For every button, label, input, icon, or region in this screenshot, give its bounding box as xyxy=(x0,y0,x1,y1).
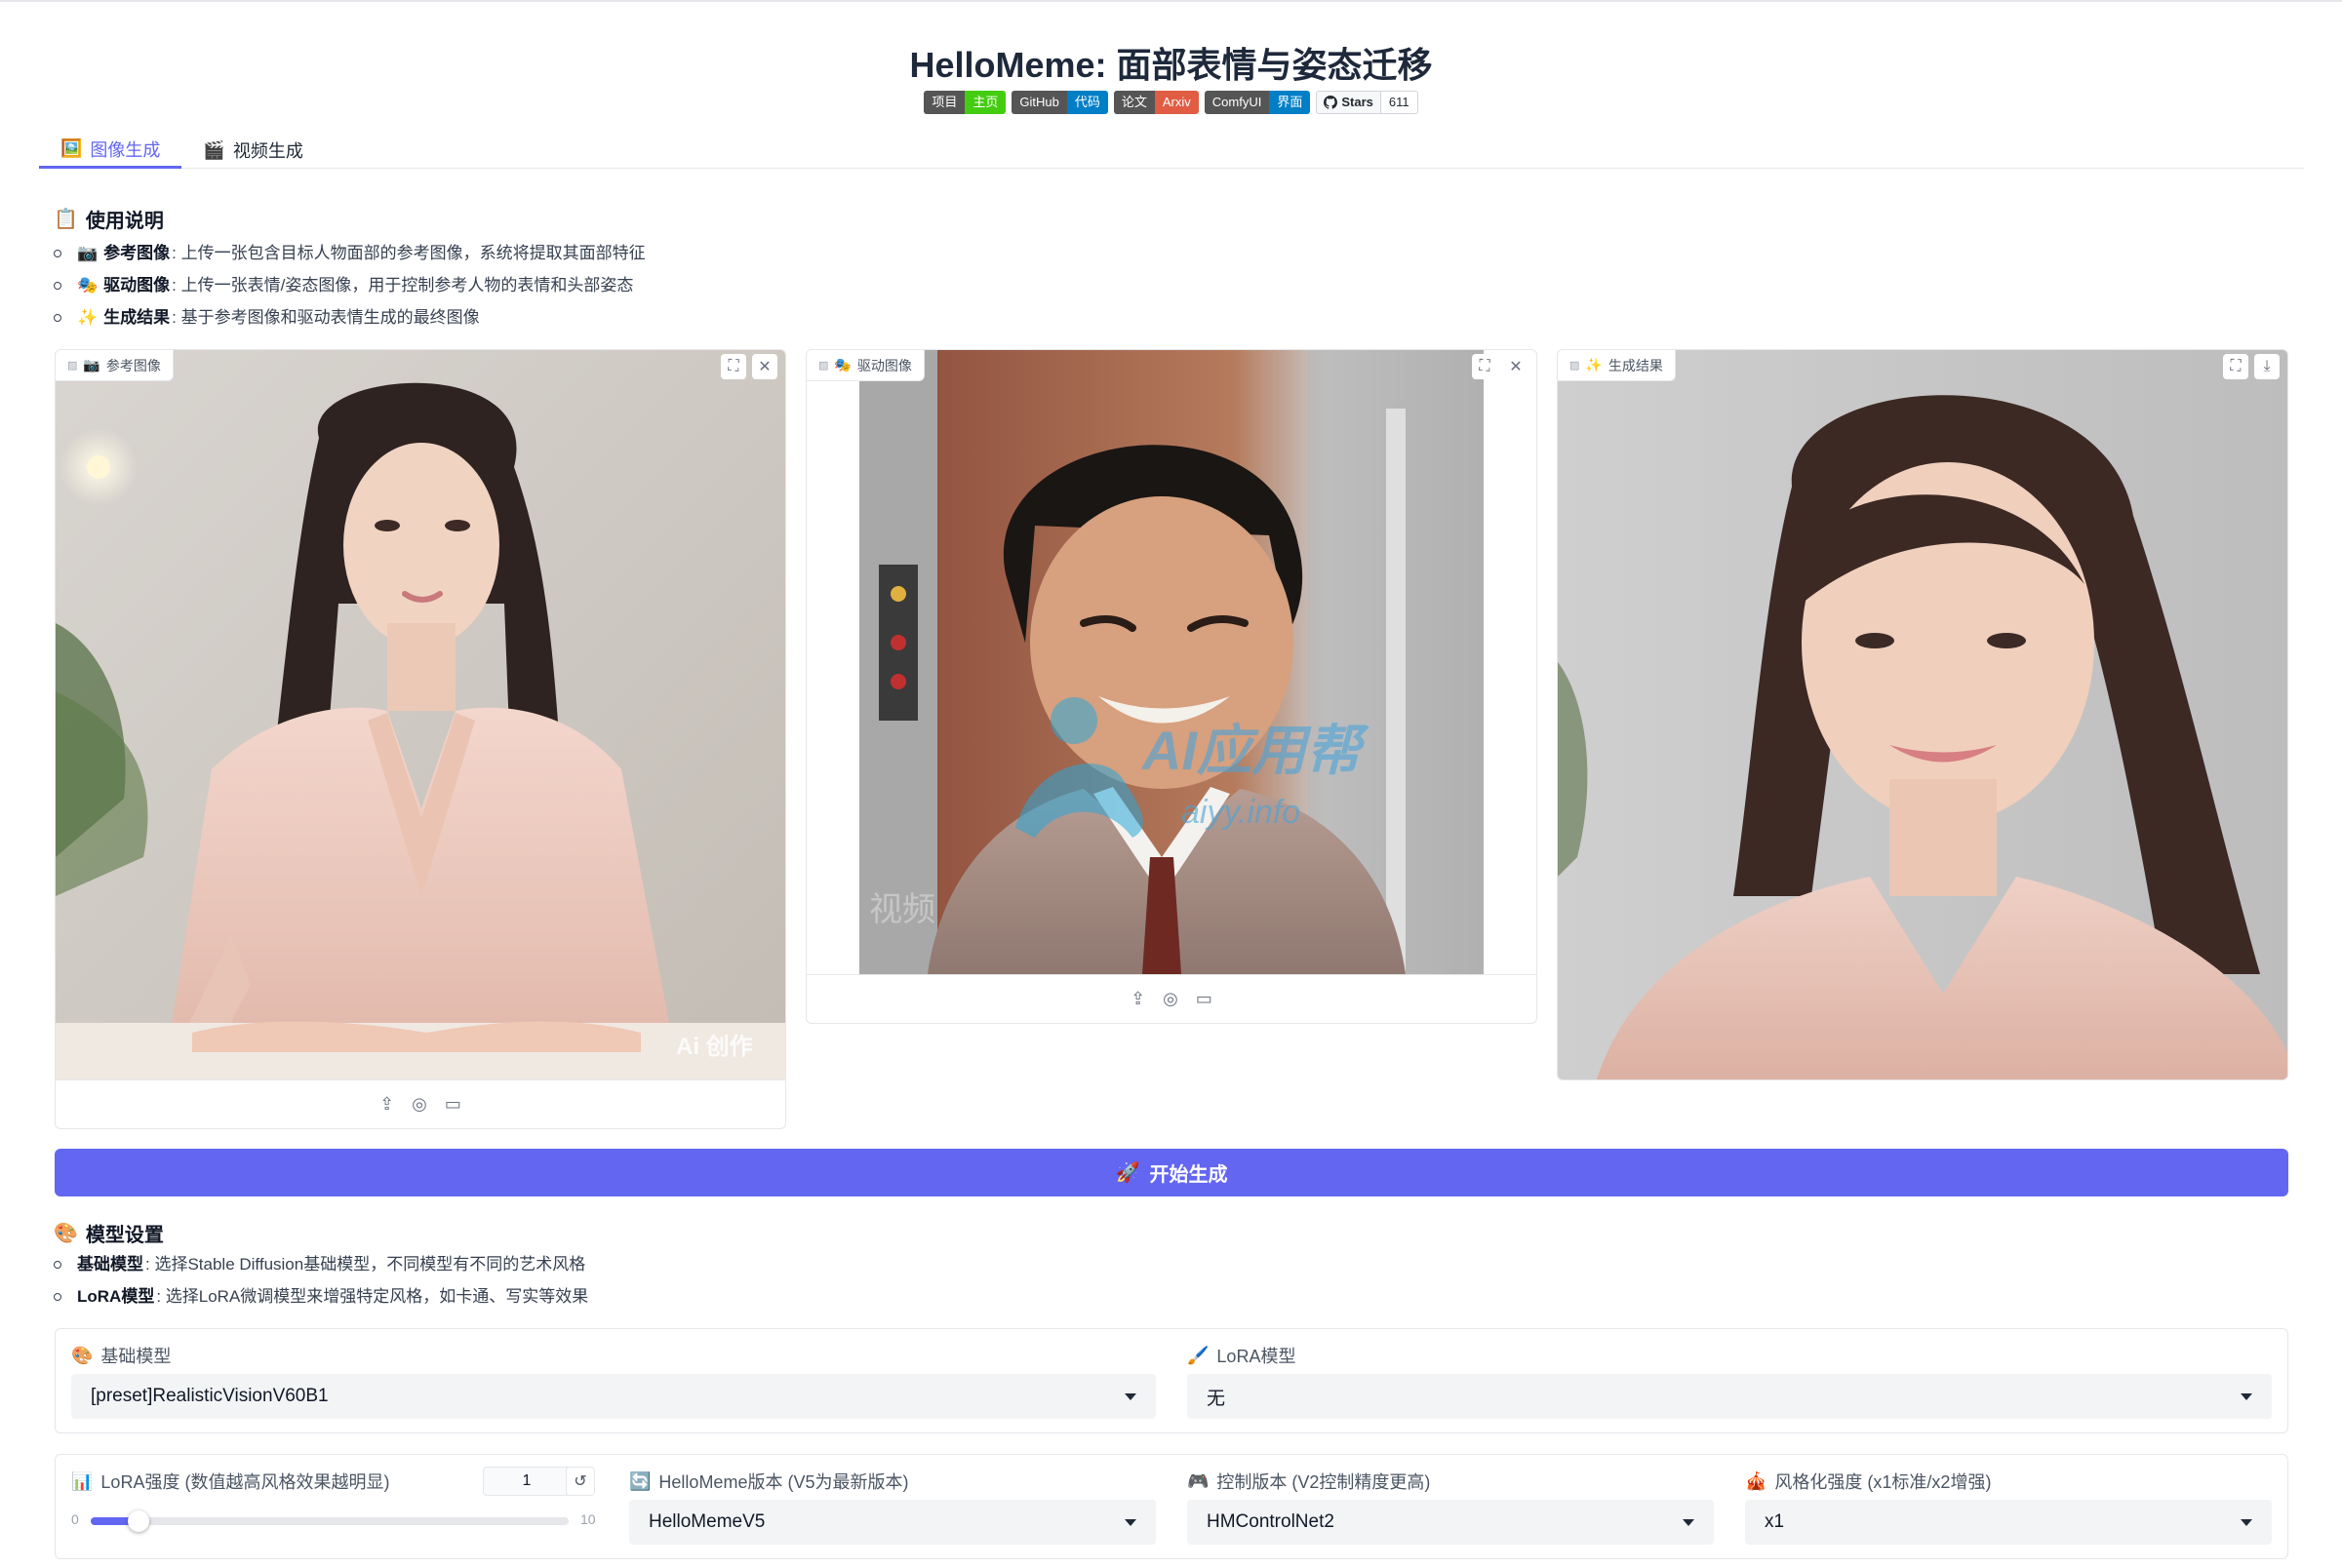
lora-model-label: 🖌️ LoRA模型 xyxy=(1187,1345,1296,1367)
upload-icon[interactable]: ⇪ xyxy=(379,1094,394,1115)
reference-watermark: Ai 创作 xyxy=(676,1034,753,1060)
badge-github[interactable]: GitHub 代码 xyxy=(1012,91,1108,114)
badge-paper[interactable]: 论文 Arxiv xyxy=(1113,91,1199,114)
list-item: 📷 参考图像: 上传一张包含目标人物面部的参考图像，系统将提取其面部特征 xyxy=(54,237,646,269)
clapper-icon: 🎬 xyxy=(203,139,225,160)
tab-video-generation[interactable]: 🎬 视频生成 xyxy=(181,132,324,169)
fullscreen-icon[interactable]: ⛶ xyxy=(721,354,746,379)
result-image xyxy=(1558,350,2287,1079)
paintbrush-icon: 🖌️ xyxy=(1187,1345,1210,1365)
reset-icon[interactable]: ↺ xyxy=(566,1467,595,1496)
base-model-select[interactable]: [preset]RealisticVisionV60B1 xyxy=(71,1374,1156,1419)
slider-thumb[interactable] xyxy=(128,1510,149,1532)
image-icon: ▨ xyxy=(818,360,829,372)
result-image-label: ▨ ✨ 生成结果 xyxy=(1558,350,1676,381)
driving-watermark-small: 视频 xyxy=(869,891,935,928)
badge-row: 项目 主页 GitHub 代码 论文 Arxiv ComfyUI 界面 Stars 61… xyxy=(0,91,2342,114)
chevron-down-icon xyxy=(1125,1518,1136,1526)
tab-bar: 🖼️ 图像生成 🎬 视频生成 xyxy=(39,132,2304,169)
control-version-label: 🎮 控制版本 (V2控制精度更高) xyxy=(1187,1470,1431,1493)
model-settings-list: 基础模型: 选择Stable Diffusion基础模型，不同模型有不同的艺术风… xyxy=(54,1248,588,1313)
theater-masks-icon: 🎭 xyxy=(834,357,852,372)
chevron-down-icon xyxy=(2241,1392,2252,1400)
model-settings-heading: 🎨 模型设置 xyxy=(54,1223,164,1246)
page-title: HelloMeme: 面部表情与姿态迁移 xyxy=(909,45,1433,85)
circus-tent-icon: 🎪 xyxy=(1745,1470,1767,1491)
hellomeme-version-select[interactable]: HelloMemeV5 xyxy=(629,1500,1156,1545)
gamepad-icon: 🎮 xyxy=(1187,1470,1210,1491)
clipboard-icon: 📋 xyxy=(54,209,78,230)
result-image-panel: ▨ ✨ 生成结果 ⛶ ⤓ xyxy=(1557,349,2288,1080)
slider-max-label: 10 xyxy=(580,1511,596,1527)
badge-github-stars[interactable]: Stars 611 xyxy=(1316,91,1418,114)
clipboard-paste-icon[interactable]: ▭ xyxy=(1196,989,1212,1009)
driving-image-label: ▨ 🎭 驱动图像 xyxy=(807,350,925,381)
list-item: LoRA模型: 选择LoRA微调模型来增强特定风格，如卡通、写实等效果 xyxy=(54,1280,588,1313)
model-select-row: 🎨 基础模型 [preset]RealisticVisionV60B1 🖌️ L… xyxy=(55,1328,2288,1433)
upload-icon[interactable]: ⇪ xyxy=(1131,989,1145,1009)
reference-image-toolbar: ⇪ ◎ ▭ xyxy=(56,1079,785,1128)
picture-icon: 🖼️ xyxy=(60,138,83,158)
tab-image-generation[interactable]: 🖼️ 图像生成 xyxy=(39,132,182,169)
driving-image-panel[interactable]: ▨ 🎭 驱动图像 ⛶ ✕ AI应用帮 aiyy.info 视频 ⇪ ◎ ▭ xyxy=(806,349,1537,1024)
palette-icon: 🎨 xyxy=(54,1223,78,1244)
lora-strength-label: 📊 LoRA强度 (数值越高风格效果越明显) xyxy=(71,1470,390,1493)
driving-image: AI应用帮 aiyy.info 视频 xyxy=(859,350,1484,974)
lora-strength-slider[interactable] xyxy=(91,1510,569,1532)
control-version-select[interactable]: HMControlNet2 xyxy=(1187,1500,1714,1545)
fullscreen-icon[interactable]: ⛶ xyxy=(1472,354,1497,379)
list-item: 🎭 驱动图像: 上传一张表情/姿态图像，用于控制参考人物的表情和头部姿态 xyxy=(54,269,646,301)
rocket-icon: 🚀 xyxy=(1115,1162,1140,1184)
hellomeme-version-label: 🔄 HelloMeme版本 (V5为最新版本) xyxy=(629,1470,909,1493)
list-item: ✨ 生成结果: 基于参考图像和驱动表情生成的最终图像 xyxy=(54,301,646,333)
instructions-heading: 📋 使用说明 xyxy=(54,209,164,232)
camera-icon: 📷 xyxy=(83,357,100,372)
list-item: 基础模型: 选择Stable Diffusion基础模型，不同模型有不同的艺术风… xyxy=(54,1248,588,1280)
base-model-label: 🎨 基础模型 xyxy=(71,1345,172,1367)
theater-masks-icon: 🎭 xyxy=(77,276,99,294)
webcam-icon[interactable]: ◎ xyxy=(412,1094,427,1115)
fullscreen-icon[interactable]: ⛶ xyxy=(2223,354,2248,379)
advanced-settings-row: 📊 LoRA强度 (数值越高风格效果越明显) 1 ↺ 0 10 🔄 HelloM… xyxy=(55,1454,2288,1559)
bar-chart-icon: 📊 xyxy=(71,1470,94,1491)
close-icon[interactable]: ✕ xyxy=(1503,354,1528,379)
chevron-down-icon xyxy=(2241,1518,2252,1526)
sparkles-icon: ✨ xyxy=(1585,357,1603,372)
badge-project[interactable]: 项目 主页 xyxy=(924,91,1007,114)
lora-model-select[interactable]: 无 xyxy=(1187,1374,2272,1419)
sparkles-icon: ✨ xyxy=(77,308,99,327)
reference-image: Ai 创作 xyxy=(56,350,785,1079)
download-icon[interactable]: ⤓ xyxy=(2254,354,2280,379)
driving-image-toolbar: ⇪ ◎ ▭ xyxy=(807,974,1536,1023)
github-icon xyxy=(1324,96,1338,109)
driving-watermark-main: AI应用帮 xyxy=(1140,720,1369,781)
lora-strength-number-input[interactable]: 1 xyxy=(483,1467,571,1496)
reference-image-panel[interactable]: ▨ 📷 参考图像 ⛶ ✕ Ai 创作 ⇪ ◎ ▭ xyxy=(55,349,786,1129)
instructions-list: 📷 参考图像: 上传一张包含目标人物面部的参考图像，系统将提取其面部特征 🎭 驱动图… xyxy=(54,237,646,333)
refresh-icon: 🔄 xyxy=(629,1470,652,1491)
clipboard-paste-icon[interactable]: ▭ xyxy=(445,1094,461,1115)
chevron-down-icon xyxy=(1683,1518,1694,1526)
image-icon: ▨ xyxy=(1569,360,1580,372)
driving-watermark-sub: aiyy.info xyxy=(1181,794,1300,831)
generate-button[interactable]: 🚀 开始生成 xyxy=(55,1149,2288,1196)
image-icon: ▨ xyxy=(67,360,78,372)
slider-min-label: 0 xyxy=(71,1511,79,1527)
stylize-strength-label: 🎪 风格化强度 (x1标准/x2增强) xyxy=(1745,1470,1992,1493)
reference-image-label: ▨ 📷 参考图像 xyxy=(56,350,174,381)
stylize-strength-select[interactable]: x1 xyxy=(1745,1500,2272,1545)
chevron-down-icon xyxy=(1125,1392,1136,1400)
close-icon[interactable]: ✕ xyxy=(752,354,777,379)
top-border xyxy=(0,0,2342,2)
palette-icon: 🎨 xyxy=(71,1345,94,1365)
webcam-icon[interactable]: ◎ xyxy=(1163,989,1178,1009)
camera-icon: 📷 xyxy=(77,244,99,262)
badge-comfyui[interactable]: ComfyUI 界面 xyxy=(1204,91,1311,114)
